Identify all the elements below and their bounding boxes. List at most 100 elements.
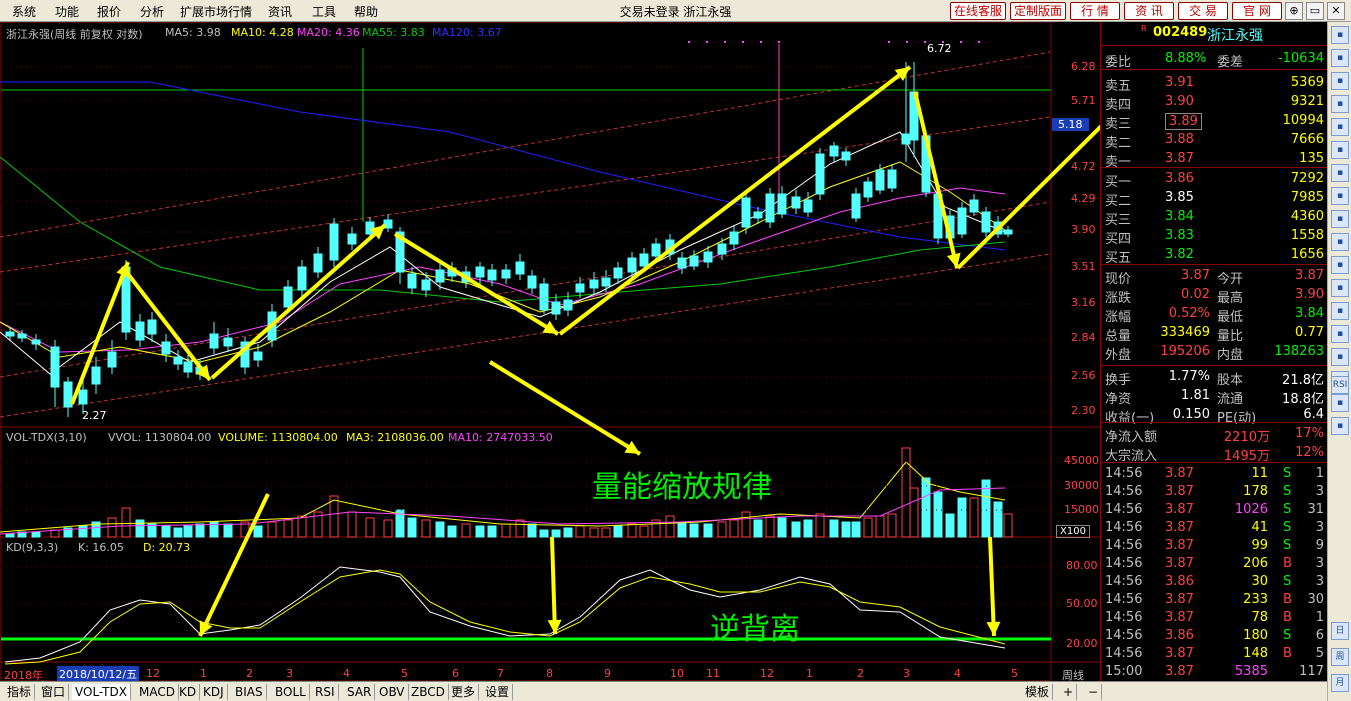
volume-bar — [435, 521, 445, 538]
menu-quote[interactable]: 报价 — [97, 3, 121, 20]
indicator-tab[interactable]: 指标 — [4, 684, 36, 700]
toolbar-tool-icon[interactable]: ▪ — [1331, 210, 1349, 228]
toolbar-period-button[interactable]: RSI — [1331, 376, 1349, 394]
indicator-tab[interactable]: KDJ — [200, 684, 228, 700]
toolbar-tool-icon[interactable]: ▪ — [1331, 187, 1349, 205]
custom-layout-button[interactable]: 定制版面 — [1010, 2, 1066, 20]
stat-value: 0.77 — [1295, 325, 1324, 340]
indicator-tab[interactable]: BOLL — [272, 684, 310, 700]
candlestick — [851, 193, 861, 219]
bid-row: 买四 3.83 1558 — [1101, 227, 1328, 247]
indicator-tab[interactable]: 更多 — [448, 684, 480, 700]
tick-time: 14:56 — [1105, 538, 1143, 553]
ma5-line — [0, 131, 1006, 375]
stat-label: 内盘 — [1217, 348, 1244, 363]
menu-news[interactable]: 资讯 — [268, 3, 292, 20]
minimize-icon[interactable]: ▭ — [1306, 2, 1324, 20]
candlestick — [78, 389, 88, 405]
menu-function[interactable]: 功能 — [55, 3, 79, 20]
tick-price: 3.87 — [1165, 502, 1194, 517]
fund-value: 6.4 — [1303, 407, 1324, 422]
restore-icon[interactable]: ⊕ — [1285, 2, 1303, 20]
toolbar-tool-icon[interactable]: ▪ — [1331, 49, 1349, 67]
indicator-tab[interactable]: MACD — [136, 684, 179, 700]
indicator-tab[interactable]: VOL-TDX — [72, 684, 131, 700]
candlestick — [527, 275, 537, 289]
volume-bar — [515, 519, 525, 538]
time-axis-tick: 9 — [604, 667, 611, 680]
time-axis-tick: 1 — [200, 667, 207, 680]
indicator-tab[interactable]: 设置 — [482, 684, 514, 700]
tick-price: 3.87 — [1165, 466, 1194, 481]
time-axis-tick: 7 — [497, 667, 504, 680]
toolbar-tool-icon[interactable]: ▪ — [1331, 279, 1349, 297]
menu-analysis[interactable]: 分析 — [140, 3, 164, 20]
candlestick — [729, 231, 739, 245]
tick-row: 14:56 3.87 178 S 3 — [1101, 483, 1328, 501]
indicator-tab[interactable]: ZBCD — [408, 684, 449, 700]
toolbar-tool-icon[interactable]: ▪ — [1331, 233, 1349, 251]
toolbar-period-button[interactable]: 周 — [1331, 648, 1349, 666]
template-control[interactable]: 模板 — [1022, 684, 1054, 700]
toolbar-tool-icon[interactable]: ▪ — [1331, 118, 1349, 136]
toolbar-tool-icon[interactable]: ▪ — [1331, 26, 1349, 44]
toolbar-tool-icon[interactable]: ▪ — [1331, 95, 1349, 113]
website-button[interactable]: 官 网 — [1232, 2, 1282, 20]
menu-system[interactable]: 系统 — [12, 3, 36, 20]
stat-row: 总量 333469 量比 0.77 — [1101, 324, 1328, 344]
market-button[interactable]: 行 情 — [1070, 2, 1120, 20]
online-service-button[interactable]: 在线客服 — [950, 2, 1006, 20]
volume-bar — [173, 527, 183, 538]
tick-volume: 78 — [1251, 610, 1268, 625]
trade-button[interactable]: 交 易 — [1178, 2, 1228, 20]
stat-label: 涨跌 — [1105, 291, 1132, 306]
toolbar-tool-icon[interactable]: ▪ — [1331, 164, 1349, 182]
stat-value: 0.02 — [1181, 287, 1210, 302]
tick-count: 6 — [1315, 628, 1324, 643]
ask-label: 卖五 — [1105, 79, 1132, 94]
ask-volume: 10994 — [1282, 113, 1324, 128]
news-button[interactable]: 资 讯 — [1124, 2, 1174, 20]
candlestick — [91, 366, 101, 385]
toolbar-period-button[interactable]: 日 — [1331, 622, 1349, 640]
stat-value: 333469 — [1160, 325, 1210, 340]
indicator-tab[interactable]: RSI — [312, 684, 339, 700]
tick-volume: 1026 — [1234, 502, 1268, 517]
toolbar-tool-icon[interactable]: ▪ — [1331, 141, 1349, 159]
menu-help[interactable]: 帮助 — [354, 3, 378, 20]
template-control[interactable]: + — [1060, 684, 1078, 700]
volume-bar — [183, 525, 193, 538]
indicator-tab[interactable]: SAR — [344, 684, 376, 700]
indicator-tab[interactable]: OBV — [376, 684, 409, 700]
indicator-tab[interactable]: 窗口 — [38, 684, 70, 700]
tick-side: B — [1283, 646, 1292, 661]
toolbar-tool-icon[interactable]: ▪ — [1331, 394, 1349, 412]
candlestick — [347, 233, 357, 245]
toolbar-tool-icon[interactable]: ▪ — [1331, 417, 1349, 435]
menu-tools[interactable]: 工具 — [312, 3, 336, 20]
tick-count: 30 — [1307, 592, 1324, 607]
stat-label: 现价 — [1105, 272, 1132, 287]
price-tick: 3.16 — [1071, 296, 1096, 309]
fundamental-row: 净资 1.81 流通 18.8亿 — [1101, 387, 1328, 407]
indicator-tab[interactable]: KD — [176, 684, 201, 700]
bid-row: 买三 3.84 4360 — [1101, 208, 1328, 228]
volume-bar — [815, 513, 825, 538]
chart-area[interactable]: 浙江永强(周线 前复权 对数) MA5: 3.98 MA10: 4.28 MA2… — [0, 22, 1100, 682]
fund-label: 净资 — [1105, 392, 1132, 407]
template-control[interactable]: − — [1085, 684, 1103, 700]
toolbar-tool-icon[interactable]: ▪ — [1331, 302, 1349, 320]
kd-tick: 80.00 — [1066, 559, 1098, 572]
arrowhead — [986, 621, 1001, 636]
close-icon[interactable]: ✕ — [1327, 2, 1345, 20]
volume-bar — [933, 491, 943, 538]
toolbar-tool-icon[interactable]: ▪ — [1331, 72, 1349, 90]
volume-bar — [601, 527, 611, 538]
tick-time: 15:00 — [1105, 664, 1143, 679]
menu-extended-market[interactable]: 扩展市场行情 — [180, 3, 252, 20]
toolbar-tool-icon[interactable]: ▪ — [1331, 325, 1349, 343]
toolbar-period-button[interactable]: 月 — [1331, 674, 1349, 692]
toolbar-tool-icon[interactable]: ▪ — [1331, 256, 1349, 274]
indicator-tab[interactable]: BIAS — [232, 684, 267, 700]
toolbar-tool-icon[interactable]: ▪ — [1331, 348, 1349, 366]
